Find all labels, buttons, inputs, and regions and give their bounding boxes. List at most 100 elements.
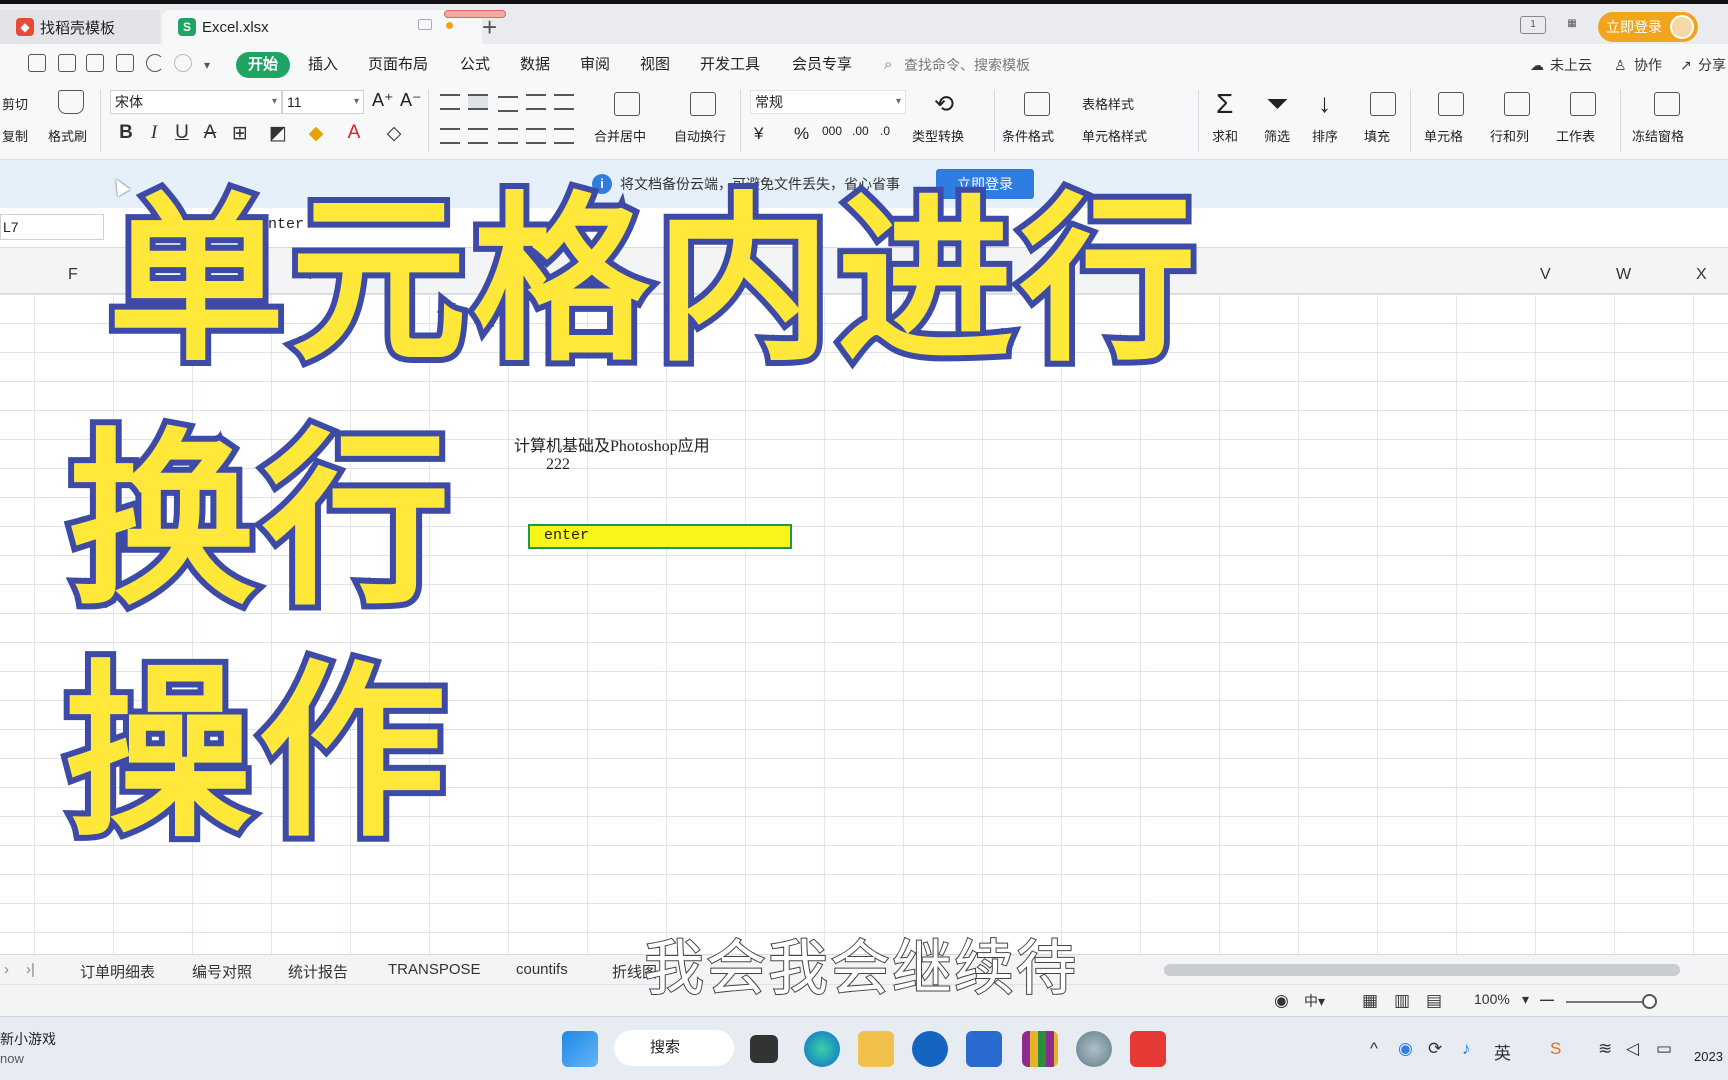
battery-icon[interactable]: ▭: [1656, 1039, 1672, 1059]
cell-button[interactable]: 单元格: [1424, 126, 1463, 145]
store-icon[interactable]: [966, 1031, 1002, 1067]
zoom-slider[interactable]: [1566, 1001, 1652, 1003]
menu-formulas[interactable]: 公式: [460, 52, 490, 78]
cut-button[interactable]: 剪切: [2, 94, 28, 113]
align-middle-icon[interactable]: [468, 94, 488, 110]
freeze-panes-button[interactable]: 冻结窗格: [1632, 126, 1684, 145]
column-header-v[interactable]: V: [1540, 266, 1551, 284]
justify-icon[interactable]: [526, 128, 546, 144]
thousands-icon[interactable]: 000: [822, 124, 842, 138]
decrease-font-icon[interactable]: A⁻: [400, 90, 422, 111]
new-tab-plus-icon[interactable]: +: [482, 12, 497, 43]
wrap-text-button[interactable]: 自动换行: [674, 126, 726, 145]
keyboard-language-icon[interactable]: 英: [1494, 1039, 1511, 1064]
last-sheet-icon[interactable]: ›|: [26, 961, 35, 978]
menu-home[interactable]: 开始: [236, 52, 290, 78]
sheet-tab[interactable]: TRANSPOSE: [388, 961, 481, 978]
column-header-w[interactable]: W: [1616, 266, 1631, 284]
outdent-icon[interactable]: [526, 94, 546, 110]
table-style-button[interactable]: 表格样式: [1082, 94, 1134, 113]
eye-protection-icon[interactable]: ◉: [1274, 991, 1289, 1011]
sheet-tab[interactable]: 编号对照: [192, 961, 252, 982]
conditional-format-button[interactable]: 条件格式: [1002, 126, 1054, 145]
file-explorer-icon[interactable]: [858, 1031, 894, 1067]
zoom-out-icon[interactable]: —: [1540, 991, 1554, 1007]
menu-data[interactable]: 数据: [520, 52, 550, 78]
app-l-icon[interactable]: [912, 1031, 948, 1067]
menu-view[interactable]: 视图: [640, 52, 670, 78]
align-left-icon[interactable]: [440, 128, 460, 144]
undo-icon[interactable]: [146, 54, 164, 72]
fill-color-icon[interactable]: ◆: [304, 122, 328, 145]
name-box[interactable]: L7: [0, 214, 104, 240]
fill-button[interactable]: 填充: [1364, 126, 1390, 145]
border-icon[interactable]: ⊞: [228, 122, 252, 145]
volume-icon[interactable]: ◁: [1626, 1039, 1639, 1059]
task-view-icon[interactable]: [750, 1035, 778, 1063]
start-menu-icon[interactable]: [562, 1031, 598, 1067]
sheet-tab[interactable]: 统计报告: [288, 961, 348, 982]
zoom-dropdown-icon[interactable]: ▾: [1522, 991, 1529, 1008]
sogou-ime-icon[interactable]: S: [1550, 1039, 1561, 1059]
increase-font-icon[interactable]: A⁺: [372, 90, 394, 111]
indent-icon[interactable]: [554, 94, 574, 110]
login-button[interactable]: 立即登录: [1598, 12, 1698, 42]
menu-review[interactable]: 审阅: [580, 52, 610, 78]
increase-decimal-icon[interactable]: .00: [852, 124, 869, 138]
wifi-icon[interactable]: ≋: [1598, 1039, 1612, 1059]
menu-member[interactable]: 会员专享: [792, 52, 852, 78]
cell-style-button[interactable]: 单元格样式: [1082, 126, 1147, 145]
font-family-select[interactable]: 宋体: [110, 90, 282, 114]
font-size-select[interactable]: 11: [282, 90, 364, 114]
page-break-view-icon[interactable]: ▤: [1426, 991, 1442, 1011]
share-button[interactable]: 分享: [1698, 52, 1726, 78]
save-icon[interactable]: [28, 54, 46, 72]
copy-button[interactable]: 复制: [2, 126, 28, 145]
number-format-select[interactable]: 常规: [750, 90, 906, 114]
layout-toggle-icon[interactable]: 1: [1520, 16, 1546, 34]
rows-columns-button[interactable]: 行和列: [1490, 126, 1529, 145]
redo-icon[interactable]: [174, 54, 192, 72]
italic-icon[interactable]: I: [142, 122, 166, 144]
tray-sync-icon[interactable]: ⟳: [1428, 1039, 1442, 1059]
bold-icon[interactable]: B: [114, 122, 138, 144]
collaborate-button[interactable]: 协作: [1634, 52, 1662, 78]
command-search-input[interactable]: 查找命令、搜索模板: [904, 52, 1030, 78]
input-method-icon[interactable]: 中▾: [1304, 991, 1325, 1011]
column-header-f[interactable]: F: [68, 266, 78, 284]
print-icon[interactable]: [86, 54, 104, 72]
align-bottom-icon[interactable]: [498, 96, 518, 112]
system-clock[interactable]: 2023: [1694, 1049, 1723, 1064]
filter-button[interactable]: 筛选: [1264, 126, 1290, 145]
edge-browser-icon[interactable]: [804, 1031, 840, 1067]
zoom-slider-knob[interactable]: [1642, 994, 1657, 1009]
widget-news-title[interactable]: 新小游戏: [0, 1029, 56, 1049]
sum-button[interactable]: 求和: [1212, 126, 1238, 145]
save-as-icon[interactable]: [58, 54, 76, 72]
cloud-status[interactable]: 未上云: [1550, 52, 1592, 78]
print-preview-icon[interactable]: [116, 54, 134, 72]
tab-excel-file[interactable]: S Excel.xlsx: [162, 10, 482, 44]
selected-cell[interactable]: enter: [528, 524, 792, 549]
taskbar-search[interactable]: 搜索: [614, 1030, 734, 1066]
normal-view-icon[interactable]: ▦: [1362, 991, 1378, 1011]
wps-office-icon[interactable]: [1130, 1031, 1166, 1067]
align-right-icon[interactable]: [498, 128, 518, 144]
tray-chevron-icon[interactable]: ^: [1370, 1039, 1378, 1059]
format-painter-button[interactable]: 格式刷: [48, 126, 87, 145]
column-header-x[interactable]: X: [1696, 266, 1707, 284]
prev-sheet-icon[interactable]: ›: [4, 961, 9, 978]
menu-insert[interactable]: 插入: [308, 52, 338, 78]
align-center-icon[interactable]: [468, 128, 488, 144]
settings-gear-icon[interactable]: [1076, 1031, 1112, 1067]
sheet-tab[interactable]: 订单明细表: [80, 961, 155, 982]
percent-icon[interactable]: %: [794, 124, 809, 144]
zoom-level[interactable]: 100%: [1474, 991, 1510, 1007]
font-color-icon[interactable]: A: [342, 122, 366, 144]
quick-access-more-icon[interactable]: ▾: [204, 52, 210, 78]
apps-grid-icon[interactable]: ▦: [1562, 16, 1582, 34]
worksheet-button[interactable]: 工作表: [1556, 126, 1595, 145]
menu-page-layout[interactable]: 页面布局: [368, 52, 428, 78]
tab-template-store[interactable]: ◆ 找稻壳模板: [0, 10, 160, 44]
clear-format-icon[interactable]: ◇: [382, 122, 406, 145]
